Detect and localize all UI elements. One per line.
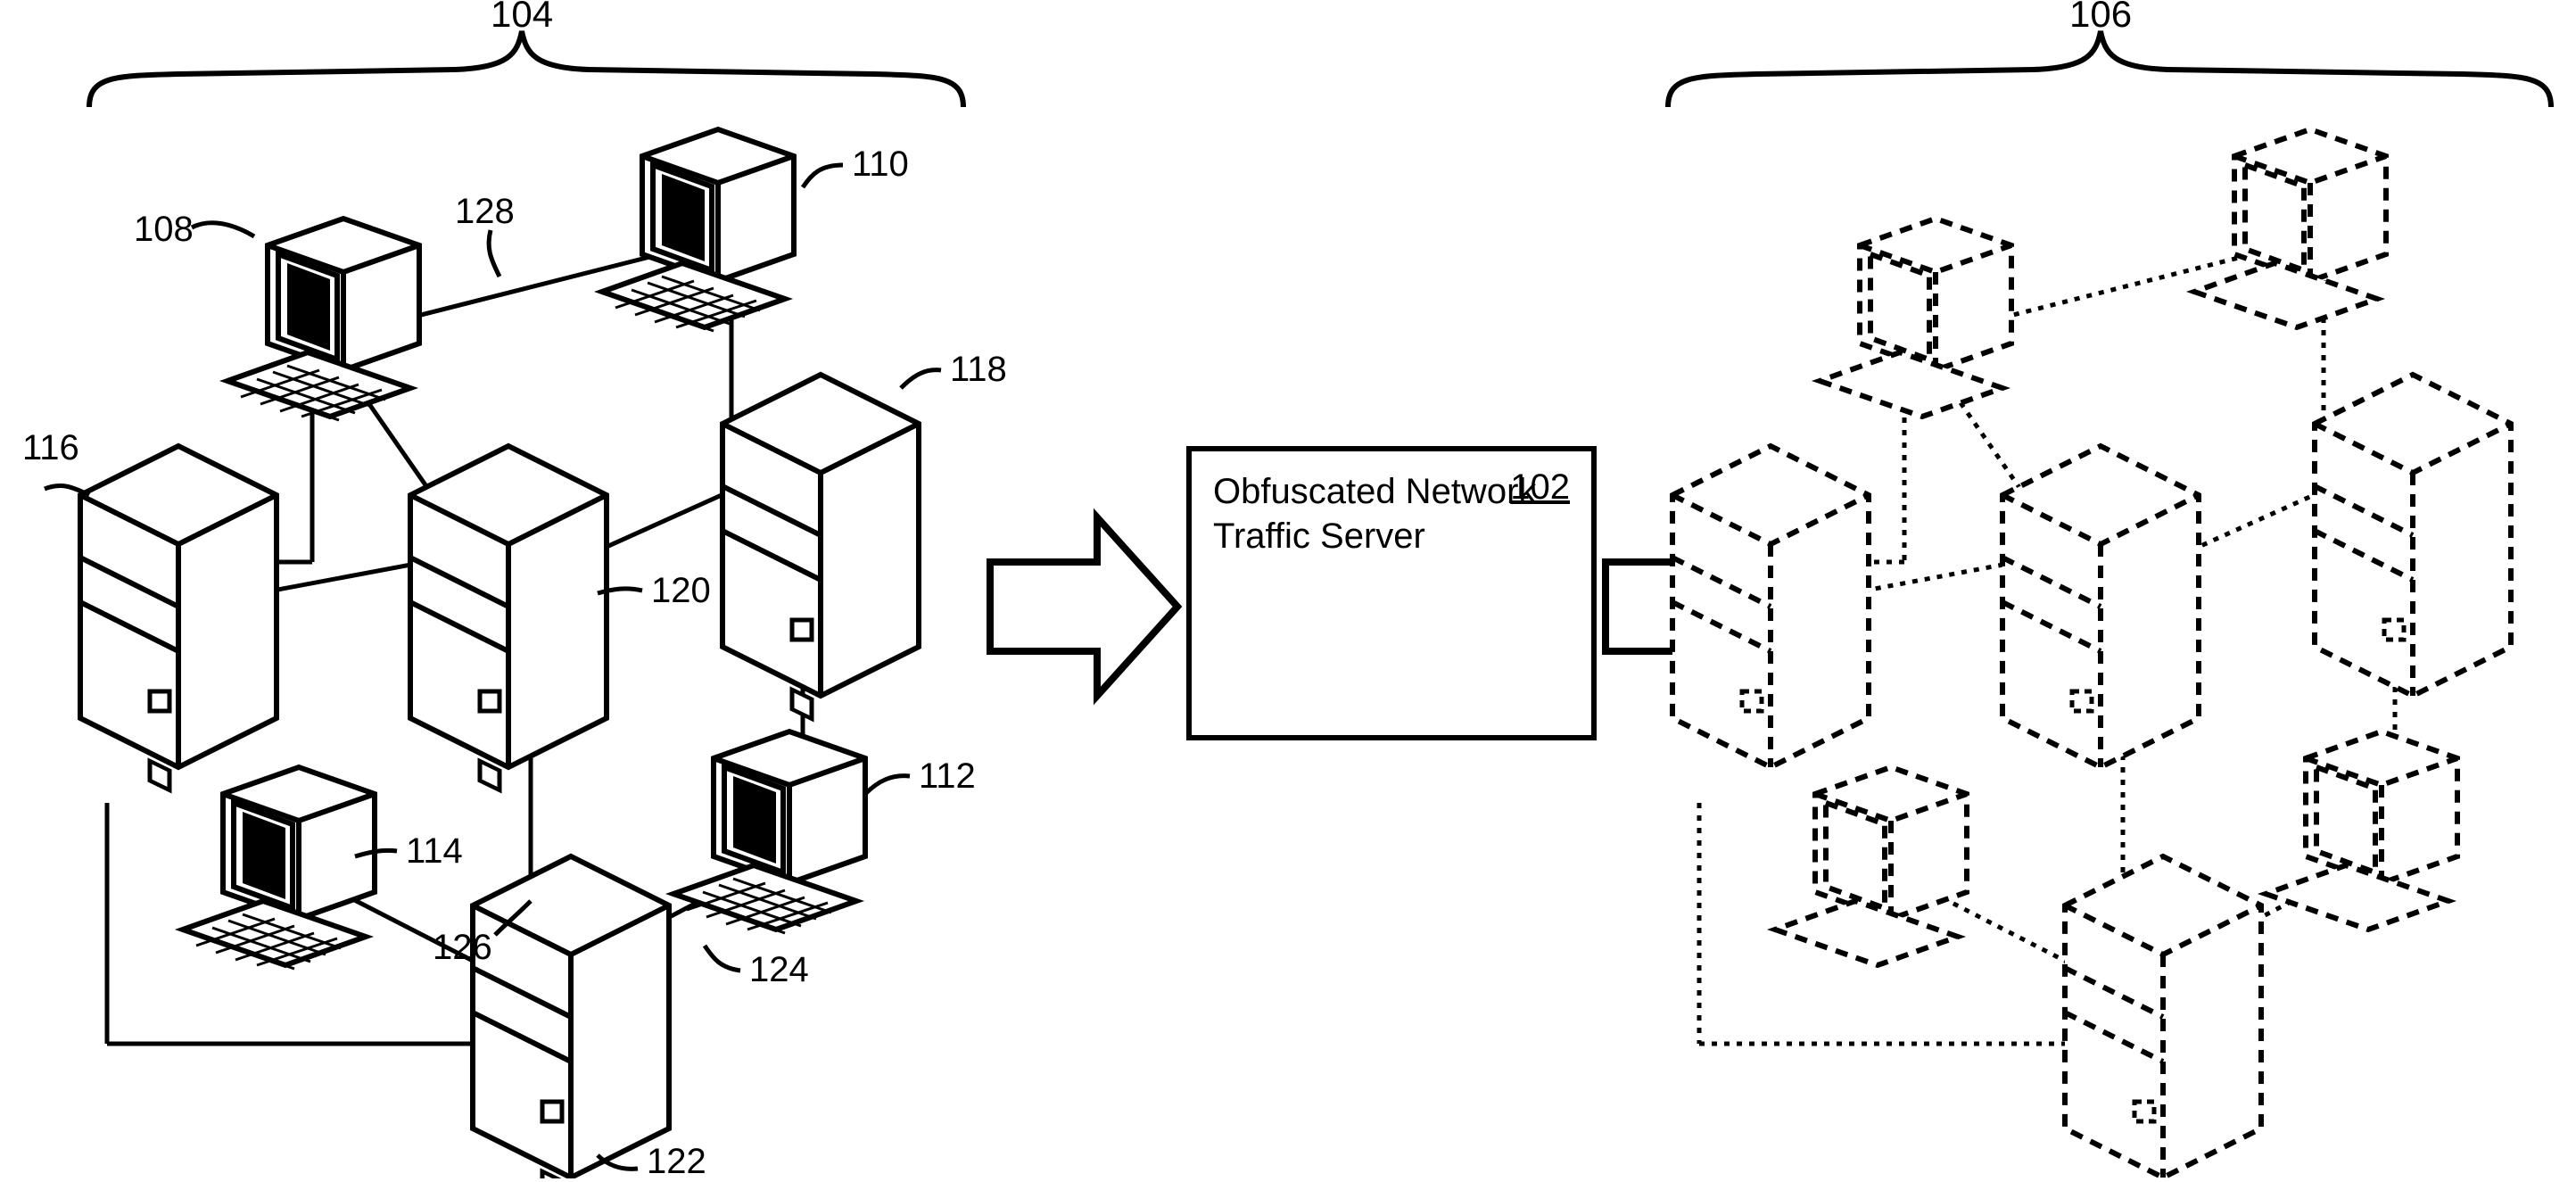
label-120: 120 bbox=[651, 571, 711, 611]
node-110 bbox=[602, 129, 794, 331]
center-title-line2: Traffic Server bbox=[1213, 517, 1425, 556]
label-108: 108 bbox=[134, 210, 194, 250]
label-126: 126 bbox=[433, 928, 492, 968]
node-112 bbox=[673, 732, 865, 933]
right-nodes bbox=[1672, 129, 2511, 1178]
node-114 bbox=[183, 767, 375, 969]
node-108 bbox=[227, 219, 419, 420]
node-118 bbox=[722, 375, 919, 719]
node-122 bbox=[473, 856, 669, 1178]
label-112: 112 bbox=[919, 756, 976, 797]
center-title-line1: Obfuscated Network bbox=[1213, 472, 1536, 511]
brace-left bbox=[89, 31, 963, 107]
left-nodes bbox=[80, 129, 919, 1178]
center-box: Obfuscated Network Traffic Server 102 bbox=[1186, 446, 1597, 740]
arrow-left bbox=[990, 517, 1177, 696]
label-122: 122 bbox=[647, 1142, 706, 1182]
label-124: 124 bbox=[749, 950, 809, 990]
center-ref: 102 bbox=[1510, 467, 1570, 508]
label-110: 110 bbox=[852, 145, 909, 185]
brace-right bbox=[1668, 31, 2551, 107]
group-label-right: 106 bbox=[2069, 0, 2132, 36]
node-116 bbox=[80, 446, 277, 790]
label-116: 116 bbox=[22, 428, 79, 468]
label-114: 114 bbox=[406, 831, 463, 872]
label-118: 118 bbox=[950, 350, 1007, 390]
diagram-stage: { "groups": { "left": { "label": "104" }… bbox=[0, 0, 2576, 1178]
node-120 bbox=[410, 446, 607, 790]
label-128: 128 bbox=[455, 192, 515, 232]
group-label-left: 104 bbox=[491, 0, 553, 36]
